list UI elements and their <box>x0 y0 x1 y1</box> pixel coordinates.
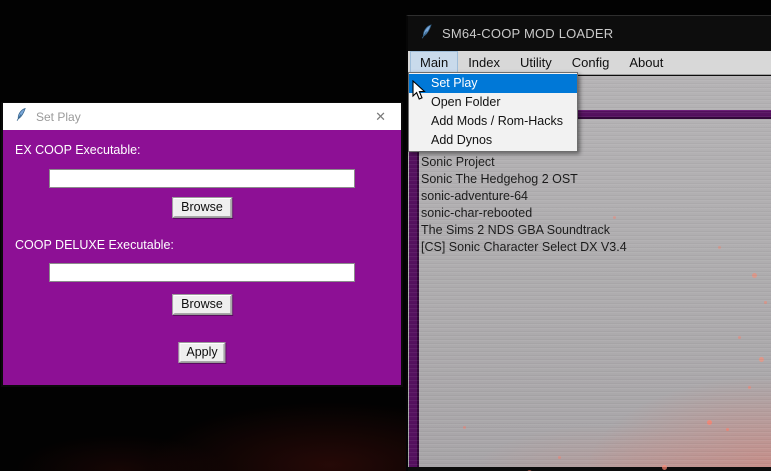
menu-option-add-mods[interactable]: Add Mods / Rom-Hacks <box>409 112 577 131</box>
menu-option-set-play[interactable]: Set Play <box>409 74 577 93</box>
list-item[interactable]: sonic-adventure-64 <box>421 188 767 205</box>
menu-utility[interactable]: Utility <box>510 51 562 74</box>
app-feather-icon <box>420 23 433 44</box>
set-play-dialog: Set Play ✕ EX COOP Executable: Browse CO… <box>1 102 403 387</box>
list-item[interactable]: Sonic Project <box>421 154 767 171</box>
mod-list: Sonic Project Sonic The Hedgehog 2 OST s… <box>421 154 767 256</box>
coop-deluxe-executable-label: COOP DELUXE Executable: <box>15 238 174 252</box>
ex-coop-executable-input[interactable] <box>49 169 355 188</box>
dialog-title: Set Play <box>36 109 81 124</box>
close-icon[interactable]: ✕ <box>372 108 389 125</box>
menu-option-add-dynos[interactable]: Add Dynos <box>409 131 577 150</box>
menu-option-open-folder[interactable]: Open Folder <box>409 93 577 112</box>
dialog-body: EX COOP Executable: Browse COOP DELUXE E… <box>3 130 401 385</box>
menu-config[interactable]: Config <box>562 51 620 74</box>
apply-button[interactable]: Apply <box>178 342 226 363</box>
ex-coop-executable-label: EX COOP Executable: <box>15 143 141 157</box>
list-item[interactable]: [CS] Sonic Character Select DX V3.4 <box>421 239 767 256</box>
coop-deluxe-executable-input[interactable] <box>49 263 355 282</box>
coop-deluxe-browse-button[interactable]: Browse <box>172 294 232 315</box>
list-item[interactable]: The Sims 2 NDS GBA Soundtrack <box>421 222 767 239</box>
list-item[interactable]: sonic-char-rebooted <box>421 205 767 222</box>
menu-main[interactable]: Main <box>410 51 459 74</box>
main-window-title: SM64-COOP MOD LOADER <box>442 26 614 41</box>
purple-band-vertical <box>409 121 419 467</box>
dialog-titlebar[interactable]: Set Play ✕ <box>3 103 401 130</box>
ex-coop-browse-button[interactable]: Browse <box>172 197 232 218</box>
list-item[interactable]: Sonic The Hedgehog 2 OST <box>421 171 767 188</box>
main-menu-dropdown: Set Play Open Folder Add Mods / Rom-Hack… <box>408 72 578 152</box>
menu-index[interactable]: Index <box>458 51 510 74</box>
menu-about[interactable]: About <box>619 51 673 74</box>
dialog-feather-icon <box>15 107 27 127</box>
main-window-titlebar[interactable]: SM64-COOP MOD LOADER <box>408 16 771 51</box>
